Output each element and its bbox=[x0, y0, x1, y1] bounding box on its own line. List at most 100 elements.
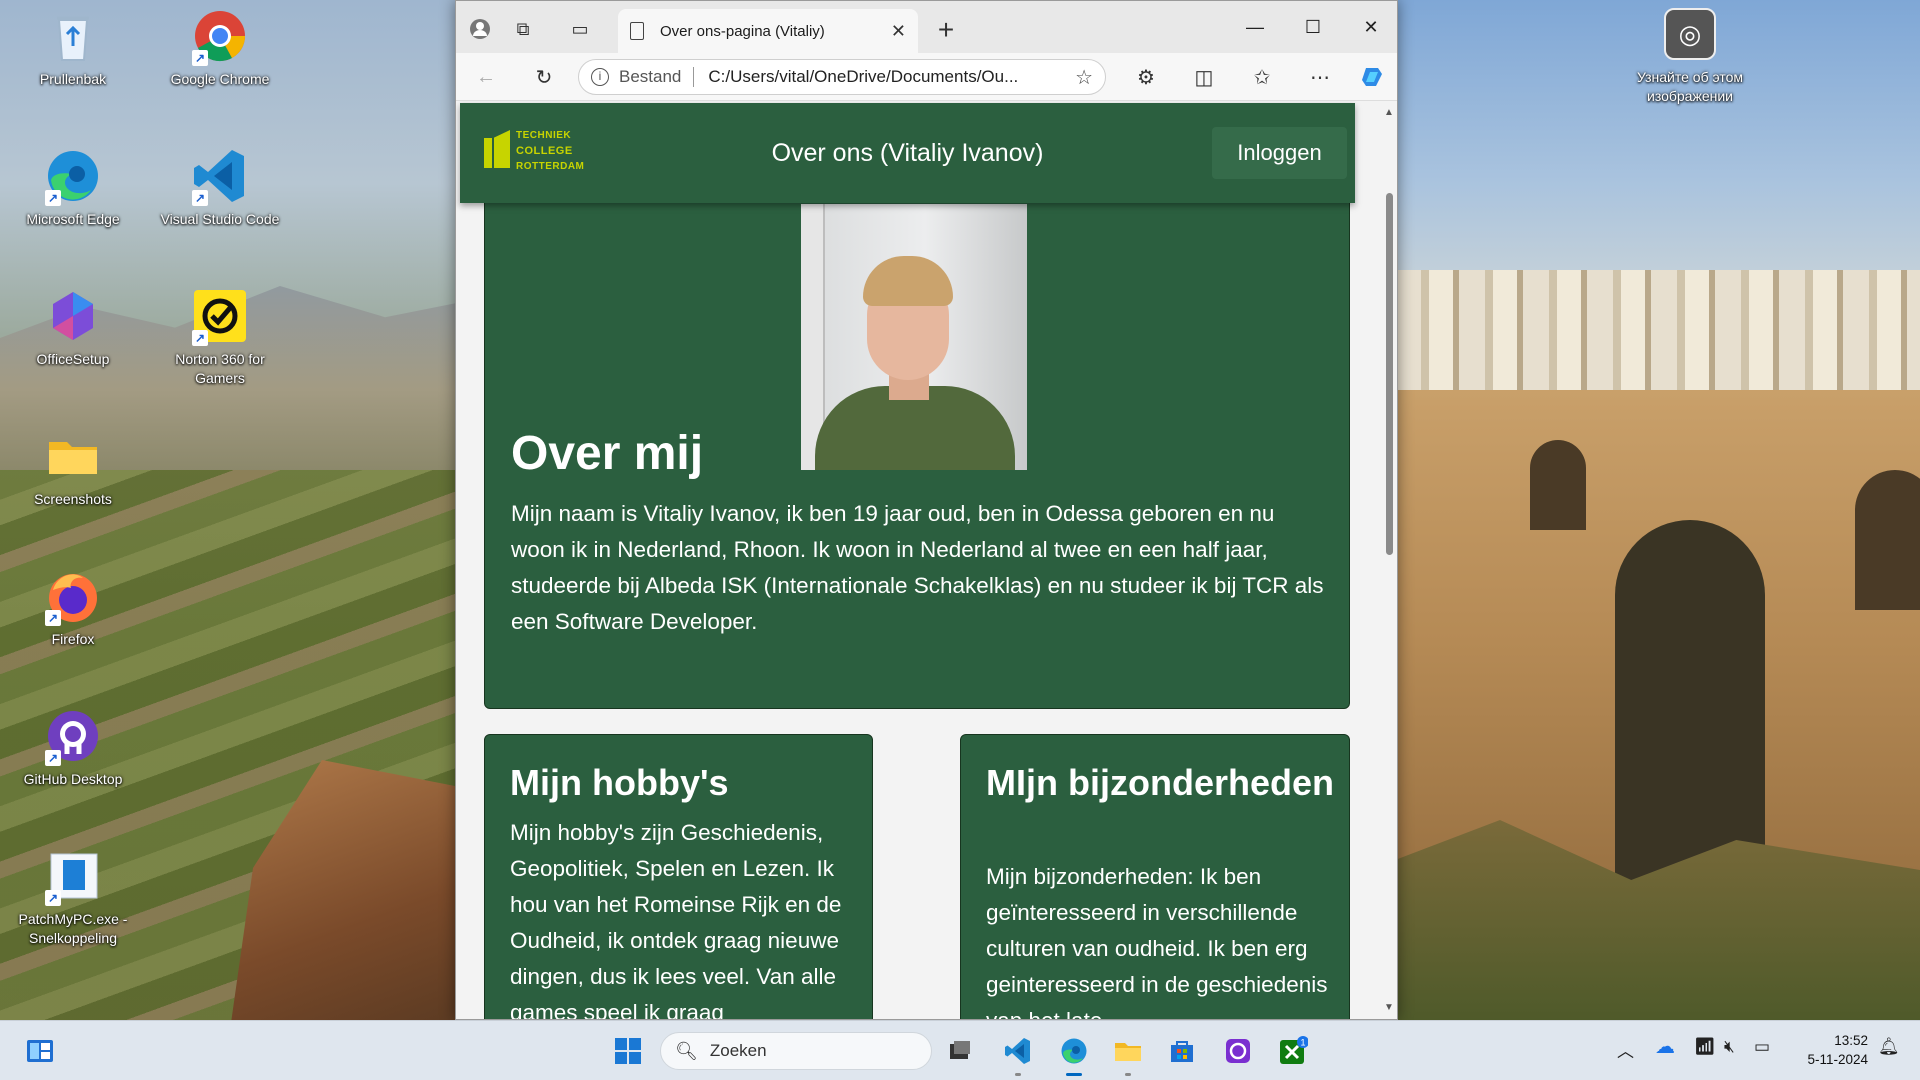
start-button[interactable] bbox=[610, 1033, 646, 1069]
refresh-icon: ↻ bbox=[535, 66, 553, 89]
speaker-muted-icon[interactable]: 🔇︎ bbox=[1724, 1037, 1735, 1057]
document-icon bbox=[630, 22, 644, 40]
hobbies-text: Mijn hobby's zijn Geschiedenis, Geopolit… bbox=[510, 820, 842, 1019]
desktop-icon-patchmypc[interactable]: ↗ PatchMyPC.exe - Snelkoppeling bbox=[8, 846, 138, 948]
favorite-star-icon[interactable]: ☆ bbox=[1075, 65, 1093, 90]
photo-app-icon bbox=[1226, 1039, 1250, 1063]
taskbar-file-explorer[interactable] bbox=[1110, 1033, 1146, 1069]
folder-icon bbox=[43, 426, 103, 486]
shortcut-arrow-icon: ↗ bbox=[45, 890, 61, 906]
desktop-icon-chrome[interactable]: ↗ Google Chrome bbox=[155, 6, 285, 89]
page-scrollbar[interactable]: ▲ ▼ bbox=[1381, 101, 1397, 1019]
taskbar-vscode[interactable] bbox=[1000, 1033, 1036, 1069]
maximize-button[interactable]: ☐ bbox=[1284, 1, 1342, 53]
scroll-down-icon[interactable]: ▼ bbox=[1384, 1002, 1394, 1013]
taskbar: 🔍︎ Zoeken 1 ︿ ☁ 📶︎ 🔇︎ ▭ 13:52 5-11-2024 … bbox=[0, 1020, 1920, 1080]
tab-actions-button[interactable]: ▭ bbox=[562, 11, 598, 47]
running-indicator bbox=[1015, 1073, 1021, 1076]
store-icon bbox=[1171, 1041, 1193, 1062]
taskbar-search[interactable]: 🔍︎ Zoeken bbox=[660, 1032, 932, 1070]
split-screen-button[interactable]: ◫ bbox=[1186, 59, 1222, 95]
profile-icon bbox=[470, 19, 490, 39]
about-heading: Over mij bbox=[511, 427, 704, 480]
wifi-icon[interactable]: 📶︎ bbox=[1694, 1037, 1716, 1057]
close-window-button[interactable]: ✕ bbox=[1342, 1, 1397, 53]
info-icon[interactable]: i bbox=[591, 68, 609, 86]
wallpaper-arch bbox=[1855, 470, 1920, 610]
search-icon: 🔍︎ bbox=[675, 1040, 698, 1061]
scroll-thumb[interactable] bbox=[1386, 193, 1393, 555]
desktop-icon-label: Prullenbak bbox=[39, 71, 107, 87]
address-bar[interactable]: i Bestand C:/Users/vital/OneDrive/Docume… bbox=[578, 59, 1106, 95]
more-menu-button[interactable]: ⋯ bbox=[1302, 59, 1338, 95]
desktop-icon-edge[interactable]: ↗ Microsoft Edge bbox=[8, 146, 138, 229]
shortcut-arrow-icon: ↗ bbox=[192, 50, 208, 66]
wallpaper-arch bbox=[1530, 440, 1586, 530]
system-clock[interactable]: 13:52 5-11-2024 bbox=[1790, 1031, 1868, 1069]
minimize-button[interactable]: — bbox=[1226, 1, 1284, 53]
running-indicator bbox=[1125, 1073, 1131, 1076]
task-view-icon bbox=[950, 1041, 970, 1059]
login-button[interactable]: Inloggen bbox=[1212, 127, 1347, 179]
refresh-button[interactable]: ↻ bbox=[526, 59, 562, 95]
battery-icon[interactable]: ▭ bbox=[1754, 1037, 1770, 1057]
desktop-icon-officesetup[interactable]: OfficeSetup bbox=[8, 286, 138, 369]
browser-window: ⧉ ▭ Over ons-pagina (Vitaliy) ✕ + — ☐ ✕ … bbox=[455, 0, 1398, 1020]
close-icon: ✕ bbox=[1363, 16, 1379, 37]
desktop-spotlight-lens[interactable]: ◎ Узнайте об этом изображении bbox=[1620, 8, 1760, 106]
task-view-button[interactable] bbox=[942, 1033, 978, 1069]
page-viewport: TECHNIEK COLLEGE ROTTERDAM Over ons (Vit… bbox=[456, 101, 1381, 1019]
desktop-icon-recycle-bin[interactable]: Prullenbak bbox=[8, 6, 138, 89]
patchmypc-icon: ↗ bbox=[43, 846, 103, 906]
clock-time: 13:52 bbox=[1834, 1033, 1868, 1048]
title-bar: ⧉ ▭ Over ons-pagina (Vitaliy) ✕ + — ☐ ✕ bbox=[456, 1, 1397, 53]
chrome-icon: ↗ bbox=[190, 6, 250, 66]
back-button[interactable]: ← bbox=[468, 59, 504, 95]
new-tab-button[interactable]: + bbox=[928, 13, 964, 47]
lens-label: Узнайте об этом изображении bbox=[1637, 69, 1743, 104]
github-icon: ↗ bbox=[43, 706, 103, 766]
hobbies-heading: Mijn hobby's bbox=[510, 762, 729, 803]
about-card: Over mij Mijn naam is Vitaliy Ivanov, ik… bbox=[484, 161, 1350, 709]
onedrive-cloud-icon[interactable]: ☁ bbox=[1655, 1034, 1675, 1059]
active-indicator bbox=[1066, 1073, 1082, 1076]
taskbar-app-purple[interactable] bbox=[1220, 1033, 1256, 1069]
puzzle-icon: ⚙ bbox=[1137, 66, 1155, 89]
show-hidden-icons-chevron-icon[interactable]: ︿ bbox=[1617, 1037, 1634, 1062]
widgets-button[interactable] bbox=[22, 1033, 58, 1069]
taskbar-xbox[interactable]: 1 bbox=[1275, 1033, 1311, 1069]
desktop-icon-vscode[interactable]: ↗ Visual Studio Code bbox=[155, 146, 285, 229]
desktop-icon-label: Microsoft Edge bbox=[26, 211, 120, 227]
favorites-icon: ✩ bbox=[1253, 66, 1271, 89]
extensions-button[interactable]: ⚙ bbox=[1128, 59, 1164, 95]
scroll-up-icon[interactable]: ▲ bbox=[1384, 107, 1394, 118]
favorites-button[interactable]: ✩ bbox=[1244, 59, 1280, 95]
copilot-button[interactable] bbox=[1355, 59, 1391, 95]
copilot-icon bbox=[1362, 68, 1382, 86]
folder-icon bbox=[1115, 1043, 1141, 1061]
desktop-icon-github-desktop[interactable]: ↗ GitHub Desktop bbox=[8, 706, 138, 789]
browser-tab-active[interactable]: Over ons-pagina (Vitaliy) ✕ bbox=[618, 9, 918, 53]
desktop-icon-label: Firefox bbox=[51, 631, 95, 647]
norton-icon: ↗ bbox=[190, 286, 250, 346]
desktop-icon-screenshots[interactable]: Screenshots bbox=[8, 426, 138, 509]
edge-icon: ↗ bbox=[43, 146, 103, 206]
vscode-icon: ↗ bbox=[190, 146, 250, 206]
desktop-icon-label: Norton 360 for Gamers bbox=[175, 351, 265, 386]
desktop-icon-label: GitHub Desktop bbox=[23, 771, 123, 787]
clock-date: 5-11-2024 bbox=[1807, 1052, 1868, 1067]
xbox-icon: 1 bbox=[1280, 1036, 1308, 1064]
desktop-icon-norton[interactable]: ↗ Norton 360 for Gamers bbox=[155, 286, 285, 388]
desktop-icon-firefox[interactable]: ↗ Firefox bbox=[8, 566, 138, 649]
tab-close-icon[interactable]: ✕ bbox=[891, 21, 906, 42]
browser-toolbar: ← ↻ i Bestand C:/Users/vital/OneDrive/Do… bbox=[456, 53, 1397, 101]
edge-icon bbox=[1061, 1038, 1087, 1064]
workspaces-button[interactable]: ⧉ bbox=[505, 11, 541, 47]
profile-button[interactable] bbox=[462, 11, 498, 47]
notification-bell-icon[interactable]: 🔔︎ bbox=[1878, 1037, 1900, 1057]
taskbar-store[interactable] bbox=[1164, 1033, 1200, 1069]
workspaces-icon: ⧉ bbox=[516, 18, 530, 39]
taskbar-edge[interactable] bbox=[1056, 1033, 1092, 1069]
details-heading: MIjn bijzonderheden bbox=[986, 762, 1334, 803]
desktop-icon-label: OfficeSetup bbox=[36, 351, 110, 367]
